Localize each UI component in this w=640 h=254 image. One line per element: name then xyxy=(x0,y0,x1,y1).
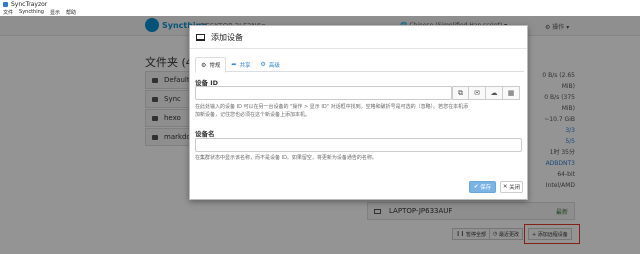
device-id-input[interactable] xyxy=(195,86,452,100)
copy-icon[interactable]: ⧉ xyxy=(452,86,469,100)
device-name-help: 在集群状态中显示该名称，而不是设备 ID。如果留空，将更新为设备通告的名称。 xyxy=(195,155,377,161)
device-name-input[interactable] xyxy=(195,138,522,152)
tab-label: 高级 xyxy=(268,62,280,69)
close-button[interactable]: ✕ 关闭 xyxy=(500,181,523,193)
menu-syncthing[interactable]: Syncthing xyxy=(19,9,44,15)
tab-label: 共享 xyxy=(239,62,251,69)
device-id-help-line: 在此处输入的设备 ID 可以在另一台设备的 "操作 > 显示 ID" 对话框中找… xyxy=(195,104,469,110)
menu-view[interactable]: 显示 xyxy=(50,9,60,16)
comments-icon[interactable]: ☁ xyxy=(486,86,503,100)
device-id-addons: ⧉ ✉ ☁ ▦ xyxy=(452,86,520,100)
tab-advanced[interactable]: ⚙ 高级 xyxy=(255,57,284,72)
dialog-tabs: ⚙ 常规 ➦ 共享 ⚙ 高级 xyxy=(195,57,524,73)
dialog-title: 添加设备 xyxy=(211,32,243,42)
window-title: SyncTrayzor xyxy=(11,0,48,8)
menubar: 文件 Syncthing 显示 帮助 xyxy=(0,8,640,16)
dialog-header: 添加设备 xyxy=(190,26,527,49)
tab-general[interactable]: ⚙ 常规 xyxy=(195,57,227,73)
save-button[interactable]: ✔ 保存 xyxy=(469,181,496,193)
app-icon xyxy=(3,1,8,7)
close-label: 关闭 xyxy=(509,185,521,191)
menu-help[interactable]: 帮助 xyxy=(66,9,76,16)
qrcode-icon[interactable]: ▦ xyxy=(503,86,520,100)
device-id-help-line: 加新设备，记住您也必须在这个新设备上添加本机。 xyxy=(195,112,311,118)
gear-icon: ⚙ xyxy=(201,61,207,69)
envelope-icon[interactable]: ✉ xyxy=(469,86,486,100)
menu-file[interactable]: 文件 xyxy=(3,9,13,16)
tab-label: 常规 xyxy=(209,63,221,69)
cogs-icon: ⚙ xyxy=(260,61,266,68)
device-id-help: 在此处输入的设备 ID 可以在另一台设备的 "操作 > 显示 ID" 对话框中找… xyxy=(195,103,525,119)
tab-sharing[interactable]: ➦ 共享 xyxy=(226,57,255,72)
save-label: 保存 xyxy=(480,185,492,191)
monitor-icon xyxy=(196,33,205,41)
share-icon: ➦ xyxy=(231,61,237,68)
window-titlebar: SyncTrayzor xyxy=(0,0,640,8)
device-name-label: 设备名 xyxy=(195,130,215,138)
